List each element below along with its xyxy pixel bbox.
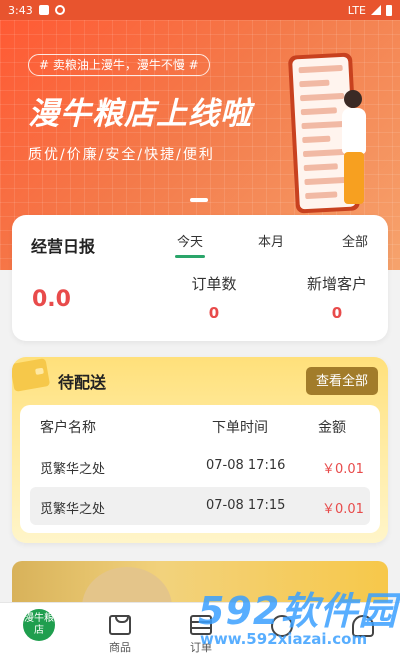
banner-subline: 质优/价廉/安全/快捷/便利 (28, 147, 215, 163)
orders-value: 0 (208, 304, 220, 322)
status-time: 3:43 (8, 3, 33, 17)
header-customer: 客户名称 (40, 420, 96, 436)
banner-tag: # 卖粮油上漫牛，漫牛不慢 # (28, 54, 210, 76)
tab-today[interactable]: 今天 (174, 231, 206, 258)
store-logo: 漫牛粮店 (23, 609, 55, 641)
row-customer: 觅繁华之处 (40, 502, 106, 517)
view-all-button[interactable]: 查看全部 (306, 367, 378, 395)
signal-icon (371, 5, 381, 15)
orders-label: 订单数 (191, 275, 237, 293)
header-amount: 金额 (318, 420, 346, 436)
nav-products-label: 商品 (109, 641, 131, 654)
battery-icon (386, 4, 392, 16)
orders-metric: 订单数 0 (169, 273, 259, 322)
row-time: 07-08 17:16 (206, 458, 286, 473)
card-title: 经营日报 (31, 237, 96, 256)
banner-headline: 漫牛粮店上线啦 (28, 96, 252, 132)
sync-icon (54, 5, 65, 15)
pending-delivery-card: 待配送 查看全部 客户名称 下单时间 金额 觅繁华之处 07-08 17:16 … (12, 357, 388, 543)
row-customer: 觅繁华之处 (40, 462, 106, 477)
network-type: LTE (347, 3, 366, 17)
status-bar: 3:43 LTE (0, 0, 400, 20)
tab-this-month[interactable]: 本月 (258, 231, 284, 250)
row-amount: ￥0.01 (322, 462, 364, 477)
watermark-url: www.592xiazai.com (200, 630, 368, 648)
nav-home[interactable]: 漫牛粮店 (9, 609, 69, 641)
site-watermark: 592软件园 www.592xiazai.com (198, 580, 398, 660)
pending-orders-table: 客户名称 下单时间 金额 觅繁华之处 07-08 17:16 ￥0.01 觅繁华… (20, 405, 380, 533)
row-amount: ￥0.01 (322, 502, 364, 517)
table-row[interactable]: 觅繁华之处 07-08 17:15 ￥0.01 (30, 487, 370, 525)
pending-title: 待配送 (58, 373, 107, 392)
tab-all[interactable]: 全部 (342, 231, 368, 250)
sd-card-icon (38, 5, 49, 15)
shopping-bag-icon (109, 615, 131, 635)
new-customers-label: 新增客户 (306, 275, 367, 293)
new-customers-value: 0 (331, 304, 343, 322)
banner-page-indicator (190, 198, 208, 202)
wallet-icon (12, 358, 51, 392)
new-customers-metric: 新增客户 0 (292, 273, 382, 322)
header-time: 下单时间 (212, 420, 268, 436)
nav-products[interactable]: 商品 (90, 609, 150, 655)
row-time: 07-08 17:15 (206, 498, 286, 513)
woman-illustration (336, 90, 376, 210)
business-daily-card: 经营日报 今天 本月 全部 0.0 订单数 0 新增客户 0 (12, 215, 388, 341)
revenue-amount: 0.0 (32, 287, 71, 312)
watermark-brand: 592软件园 (198, 589, 398, 633)
table-row[interactable]: 觅繁华之处 07-08 17:16 ￥0.01 (30, 447, 370, 485)
